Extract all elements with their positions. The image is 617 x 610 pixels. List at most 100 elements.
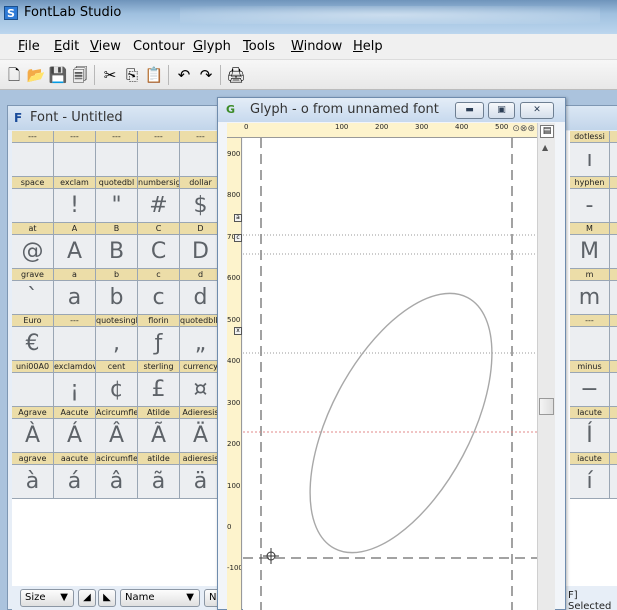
glyph-name-cell[interactable]: B bbox=[96, 223, 138, 235]
paste-icon[interactable]: 📋 bbox=[144, 65, 164, 85]
glyph-cell[interactable] bbox=[12, 373, 54, 407]
glyph-name-cell[interactable]: --- bbox=[96, 131, 138, 143]
glyph-cell[interactable]: d bbox=[180, 281, 222, 315]
glyph-name-cell[interactable]: florin bbox=[138, 315, 180, 327]
glyph-canvas[interactable] bbox=[243, 138, 537, 610]
glyph-name-cell[interactable]: --- bbox=[54, 131, 96, 143]
glyph-name-cell[interactable]: dollar bbox=[180, 177, 222, 189]
app-icon[interactable]: S bbox=[4, 6, 18, 20]
glyph-name-cell[interactable]: p bbox=[610, 131, 617, 143]
mountain-large-icon[interactable]: ◣ bbox=[98, 589, 116, 607]
glyph-name-cell[interactable]: --- bbox=[180, 131, 222, 143]
mountain-small-icon[interactable]: ◢ bbox=[78, 589, 96, 607]
glyph-cell[interactable]: # bbox=[138, 189, 180, 223]
save-all-icon[interactable]: 🗐 bbox=[70, 65, 90, 85]
glyph-name-cell[interactable] bbox=[610, 315, 617, 327]
horizontal-ruler[interactable]: ⊙⊗⊛ 0 100 200 300 400 500 bbox=[227, 123, 537, 138]
glyph-cell[interactable]: À bbox=[12, 419, 54, 453]
glyph-name-cell[interactable]: A bbox=[54, 223, 96, 235]
glyph-cell[interactable] bbox=[610, 143, 617, 177]
glyph-cell[interactable]: m bbox=[570, 281, 610, 315]
glyph-cell[interactable]: b bbox=[96, 281, 138, 315]
glyph-name-cell[interactable]: acircumflex bbox=[96, 453, 138, 465]
glyph-cell[interactable] bbox=[610, 189, 617, 223]
ruler-options-icon[interactable]: ⊙⊗⊛ bbox=[512, 124, 535, 134]
glyph-name-cell[interactable]: c bbox=[138, 269, 180, 281]
glyph-name-cell[interactable]: uni00A0 bbox=[12, 361, 54, 373]
glyph-cell[interactable]: − bbox=[570, 373, 610, 407]
glyph-name-cell[interactable]: quotedblbase bbox=[180, 315, 222, 327]
glyph-cell[interactable]: ã bbox=[138, 465, 180, 499]
maximize-button[interactable]: ▣ bbox=[488, 102, 515, 119]
cut-icon[interactable]: ✂ bbox=[100, 65, 120, 85]
glyph-cell[interactable]: ¡ bbox=[54, 373, 96, 407]
copy-icon[interactable]: ⎘ bbox=[122, 65, 142, 85]
glyph-cell[interactable]: ( bbox=[610, 373, 617, 407]
glyph-cell[interactable]: Ä bbox=[180, 419, 222, 453]
glyph-window[interactable]: G Glyph - o from unnamed font ▬ ▣ ✕ ⊙⊗⊛ … bbox=[217, 97, 566, 610]
glyph-cell[interactable] bbox=[180, 143, 222, 177]
glyph-name-cell[interactable]: Aacute bbox=[54, 407, 96, 419]
menu-item[interactable]: Window bbox=[291, 39, 342, 54]
open-icon[interactable]: 📂 bbox=[26, 65, 46, 85]
glyph-name-cell[interactable]: --- bbox=[570, 315, 610, 327]
origin-marker-icon[interactable] bbox=[263, 548, 279, 564]
undo-icon[interactable]: ↶ bbox=[174, 65, 194, 85]
glyph-name-cell[interactable]: icir bbox=[610, 453, 617, 465]
glyph-name-cell[interactable]: numbersign bbox=[138, 177, 180, 189]
glyph-cell[interactable] bbox=[12, 143, 54, 177]
glyph-cell[interactable]: ¤ bbox=[180, 373, 222, 407]
glyph-name-cell[interactable] bbox=[610, 269, 617, 281]
glyph-cell[interactable] bbox=[610, 327, 617, 361]
glyph-name-cell[interactable]: aacute bbox=[54, 453, 96, 465]
menu-item[interactable]: View bbox=[90, 39, 121, 54]
save-icon[interactable]: 💾 bbox=[48, 65, 68, 85]
glyph-cell[interactable]: Ã bbox=[138, 419, 180, 453]
new-icon[interactable]: 🗋 bbox=[4, 65, 24, 85]
glyph-name-cell[interactable]: hyphen bbox=[570, 177, 610, 189]
glyph-cell[interactable]: € bbox=[12, 327, 54, 361]
glyph-name-cell[interactable]: Agrave bbox=[12, 407, 54, 419]
glyph-cell[interactable] bbox=[570, 327, 610, 361]
panel-toggle-icon[interactable]: ▤ bbox=[540, 125, 554, 138]
glyph-window-titlebar[interactable]: G Glyph - o from unnamed font ▬ ▣ ✕ bbox=[218, 98, 565, 122]
glyph-name-cell[interactable]: space bbox=[12, 177, 54, 189]
vertical-ruler[interactable]: 9008007006005004003002001000-100 bbox=[227, 138, 242, 610]
glyph-name-cell[interactable]: minus bbox=[570, 361, 610, 373]
glyph-cell[interactable]: a bbox=[54, 281, 96, 315]
glyph-cell[interactable]: M bbox=[570, 235, 610, 269]
glyph-name-cell[interactable]: exclamdown bbox=[54, 361, 96, 373]
glyph-cell[interactable] bbox=[610, 419, 617, 453]
glyph-cell[interactable]: ä bbox=[180, 465, 222, 499]
glyph-cell[interactable]: Â bbox=[96, 419, 138, 453]
glyph-cell[interactable]: @ bbox=[12, 235, 54, 269]
glyph-cell[interactable] bbox=[610, 281, 617, 315]
menu-item[interactable]: Edit bbox=[54, 39, 79, 54]
close-button[interactable]: ✕ bbox=[520, 102, 554, 119]
menu-item[interactable]: File bbox=[18, 39, 40, 54]
glyph-name-cell[interactable]: currency bbox=[180, 361, 222, 373]
glyph-name-cell[interactable]: d bbox=[180, 269, 222, 281]
glyph-cell[interactable]: ! bbox=[54, 189, 96, 223]
name-dropdown[interactable]: Name ▼ bbox=[120, 589, 200, 607]
glyph-cell[interactable] bbox=[54, 327, 96, 361]
metric-marker-icon[interactable]: c bbox=[234, 234, 242, 242]
glyph-name-cell[interactable]: D bbox=[180, 223, 222, 235]
glyph-cell[interactable]: D bbox=[180, 235, 222, 269]
glyph-cell[interactable] bbox=[54, 143, 96, 177]
glyph-cell[interactable] bbox=[610, 465, 617, 499]
glyph-name-cell[interactable]: agrave bbox=[12, 453, 54, 465]
glyph-cell[interactable]: - bbox=[570, 189, 610, 223]
glyph-o-outline[interactable] bbox=[273, 265, 530, 581]
glyph-name-cell[interactable]: --- bbox=[54, 315, 96, 327]
glyph-name-cell[interactable]: sterling bbox=[138, 361, 180, 373]
metric-marker-icon[interactable]: x bbox=[234, 327, 242, 335]
glyph-name-cell[interactable]: Acircumflex bbox=[96, 407, 138, 419]
glyph-cell[interactable]: à bbox=[12, 465, 54, 499]
scroll-up-arrow-icon[interactable]: ▲ bbox=[542, 143, 548, 152]
glyph-cell[interactable]: B bbox=[96, 235, 138, 269]
glyph-cell[interactable]: C bbox=[138, 235, 180, 269]
glyph-name-cell[interactable]: at bbox=[12, 223, 54, 235]
glyph-name-cell[interactable]: C bbox=[138, 223, 180, 235]
glyph-cell[interactable] bbox=[138, 143, 180, 177]
